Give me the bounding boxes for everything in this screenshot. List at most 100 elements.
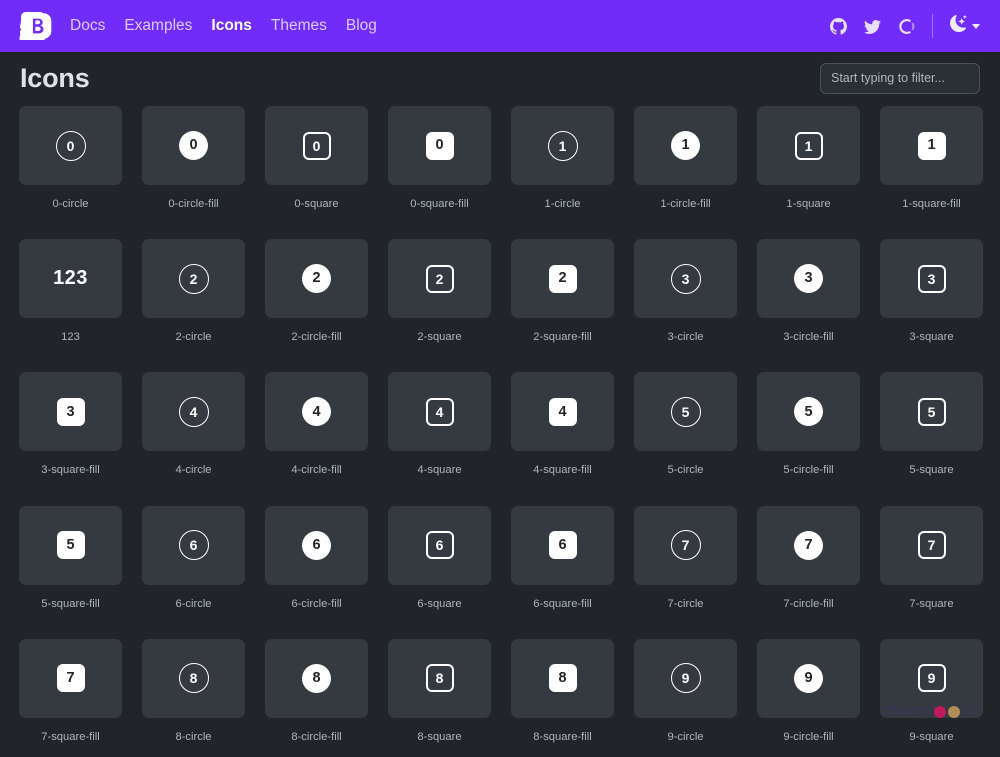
icon-cell[interactable]: 8 8-circle-fill xyxy=(265,638,368,757)
icon-cell[interactable]: 9 9-circle xyxy=(634,638,737,757)
glyph-circle: 8 xyxy=(178,663,209,694)
7-circle-fill-icon[interactable]: 7 xyxy=(757,505,860,585)
icon-cell[interactable]: 2 2-square xyxy=(388,239,491,372)
open-collective-icon[interactable] xyxy=(889,9,923,43)
1-square-icon[interactable]: 1 xyxy=(757,106,860,185)
7-square-fill-icon[interactable]: 7 xyxy=(19,638,122,718)
icon-cell[interactable]: 3 3-circle xyxy=(634,239,737,372)
icon-cell[interactable]: 1 1-square-fill xyxy=(880,106,983,239)
icon-cell[interactable]: 4 4-circle-fill xyxy=(265,372,368,505)
3-square-fill-icon[interactable]: 3 xyxy=(19,372,122,452)
glyph-square: 6 xyxy=(425,531,454,560)
icon-filter-input[interactable] xyxy=(820,62,980,94)
123-icon[interactable]: 123 xyxy=(19,239,122,319)
7-square-icon[interactable]: 7 xyxy=(880,505,983,585)
icon-cell[interactable]: 6 6-square xyxy=(388,505,491,639)
icon-cell[interactable]: 7 7-circle xyxy=(634,505,737,639)
nav-link-themes[interactable]: Themes xyxy=(271,18,327,34)
icon-cell[interactable]: 5 5-square-fill xyxy=(19,505,122,639)
icon-cell[interactable]: 8 8-square-fill xyxy=(511,638,614,757)
0-circle-icon[interactable]: 0 xyxy=(19,106,122,185)
icon-cell[interactable]: 7 7-square xyxy=(880,505,983,639)
icon-label: 2-circle xyxy=(175,331,212,344)
8-square-icon[interactable]: 8 xyxy=(388,638,491,718)
icon-cell[interactable]: 7 7-square-fill xyxy=(19,638,122,757)
icon-cell[interactable]: 2 2-circle xyxy=(142,239,245,372)
nav-link-blog[interactable]: Blog xyxy=(346,18,377,34)
icon-cell[interactable]: 0 0-circle-fill xyxy=(142,106,245,239)
nav-link-icons[interactable]: Icons xyxy=(211,18,251,34)
glyph-circle-fill: 2 xyxy=(302,264,331,294)
icon-cell[interactable]: 3 3-square xyxy=(880,239,983,372)
icon-cell[interactable]: 0 0-circle xyxy=(19,106,122,239)
icon-cell[interactable]: 1 1-circle xyxy=(511,106,614,239)
0-square-fill-icon[interactable]: 0 xyxy=(388,106,491,185)
2-square-icon[interactable]: 2 xyxy=(388,239,491,319)
1-circle-fill-icon[interactable]: 1 xyxy=(634,106,737,185)
icon-cell[interactable]: 6 6-square-fill xyxy=(511,505,614,639)
6-circle-icon[interactable]: 6 xyxy=(142,505,245,585)
icon-label: 5-circle xyxy=(667,464,704,477)
2-circle-fill-icon[interactable]: 2 xyxy=(265,239,368,319)
glyph-circle-fill: 0 xyxy=(179,131,208,160)
8-circle-icon[interactable]: 8 xyxy=(142,638,245,718)
6-square-fill-icon[interactable]: 6 xyxy=(511,505,614,585)
glyph-square: 3 xyxy=(917,264,946,293)
9-square-icon[interactable]: 9 xyxy=(880,638,983,718)
1-square-fill-icon[interactable]: 1 xyxy=(880,106,983,185)
icon-cell[interactable]: 7 7-circle-fill xyxy=(757,505,860,639)
9-circle-icon[interactable]: 9 xyxy=(634,638,737,718)
icon-cell[interactable]: 0 0-square xyxy=(265,106,368,239)
1-circle-icon[interactable]: 1 xyxy=(511,106,614,185)
icon-cell[interactable]: 2 2-circle-fill xyxy=(265,239,368,372)
icon-cell[interactable]: 5 5-circle xyxy=(634,372,737,505)
icon-cell[interactable]: 3 3-square-fill xyxy=(19,372,122,505)
github-icon[interactable] xyxy=(821,9,855,43)
7-circle-icon[interactable]: 7 xyxy=(634,505,737,585)
5-circle-fill-icon[interactable]: 5 xyxy=(757,372,860,452)
icon-cell[interactable]: 3 3-circle-fill xyxy=(757,239,860,372)
icon-cell[interactable]: 2 2-square-fill xyxy=(511,239,614,372)
4-square-icon[interactable]: 4 xyxy=(388,372,491,452)
icon-cell[interactable]: 4 4-circle xyxy=(142,372,245,505)
nav-link-examples[interactable]: Examples xyxy=(124,18,192,34)
glyph-square: 5 xyxy=(917,397,946,426)
icon-cell[interactable]: 1 1-circle-fill xyxy=(634,106,737,239)
9-circle-fill-icon[interactable]: 9 xyxy=(757,638,860,718)
3-circle-icon[interactable]: 3 xyxy=(634,239,737,319)
icon-cell[interactable]: 4 4-square xyxy=(388,372,491,505)
icon-cell[interactable]: 123 123 xyxy=(19,239,122,372)
0-circle-fill-icon[interactable]: 0 xyxy=(142,106,245,185)
8-circle-fill-icon[interactable]: 8 xyxy=(265,638,368,718)
icon-cell[interactable]: 0 0-square-fill xyxy=(388,106,491,239)
icon-cell[interactable]: 9 9-square xyxy=(880,638,983,757)
icon-cell[interactable]: 8 8-square xyxy=(388,638,491,757)
twitter-icon[interactable] xyxy=(855,9,889,43)
icon-cell[interactable]: 4 4-square-fill xyxy=(511,372,614,505)
icon-cell[interactable]: 5 5-square xyxy=(880,372,983,505)
3-square-icon[interactable]: 3 xyxy=(880,239,983,319)
2-circle-icon[interactable]: 2 xyxy=(142,239,245,319)
theme-toggle-button[interactable] xyxy=(942,11,986,41)
8-square-fill-icon[interactable]: 8 xyxy=(511,638,614,718)
5-square-icon[interactable]: 5 xyxy=(880,372,983,452)
4-circle-fill-icon[interactable]: 4 xyxy=(265,372,368,452)
2-square-fill-icon[interactable]: 2 xyxy=(511,239,614,319)
icon-cell[interactable]: 8 8-circle xyxy=(142,638,245,757)
0-square-icon[interactable]: 0 xyxy=(265,106,368,185)
4-circle-icon[interactable]: 4 xyxy=(142,372,245,452)
5-circle-icon[interactable]: 5 xyxy=(634,372,737,452)
6-square-icon[interactable]: 6 xyxy=(388,505,491,585)
nav-link-docs[interactable]: Docs xyxy=(70,18,105,34)
icon-cell[interactable]: 1 1-square xyxy=(757,106,860,239)
6-circle-fill-icon[interactable]: 6 xyxy=(265,505,368,585)
4-square-fill-icon[interactable]: 4 xyxy=(511,372,614,452)
icon-label: 2-square xyxy=(417,331,462,344)
5-square-fill-icon[interactable]: 5 xyxy=(19,505,122,585)
bootstrap-logo[interactable] xyxy=(16,10,56,42)
3-circle-fill-icon[interactable]: 3 xyxy=(757,239,860,319)
icon-cell[interactable]: 5 5-circle-fill xyxy=(757,372,860,505)
icon-cell[interactable]: 9 9-circle-fill xyxy=(757,638,860,757)
icon-cell[interactable]: 6 6-circle-fill xyxy=(265,505,368,639)
icon-cell[interactable]: 6 6-circle xyxy=(142,505,245,639)
